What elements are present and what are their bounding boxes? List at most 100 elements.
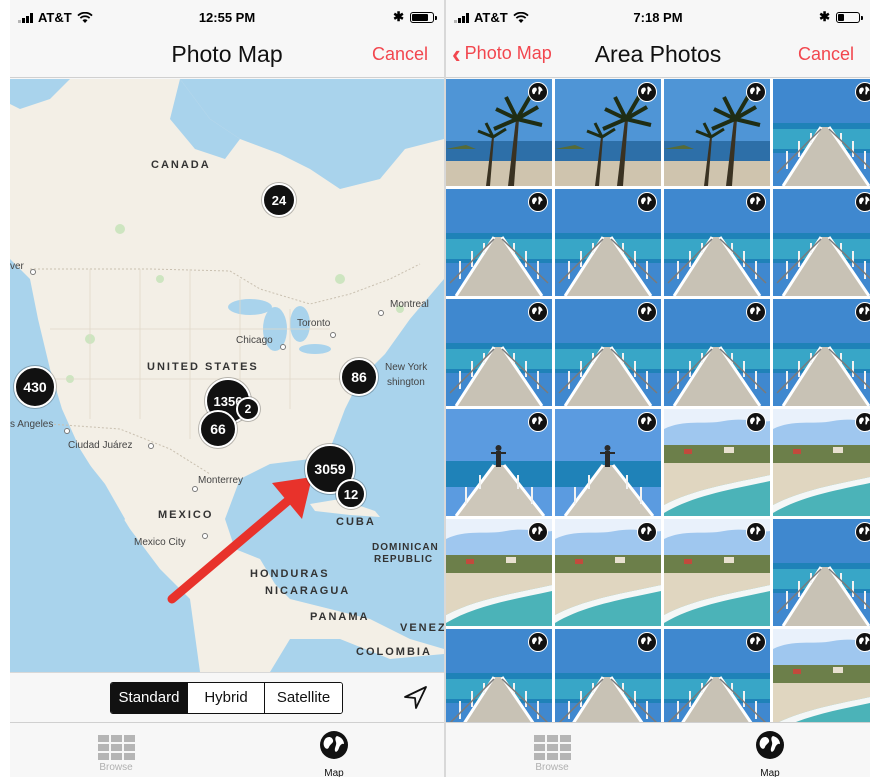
segment-standard[interactable]: Standard bbox=[111, 683, 188, 713]
bluetooth-icon: ✱ bbox=[819, 9, 830, 24]
photo-thumbnail-beach[interactable] bbox=[664, 519, 770, 626]
globe-icon bbox=[855, 412, 870, 432]
photo-thumbnail-pier[interactable] bbox=[664, 189, 770, 296]
globe-icon bbox=[855, 632, 870, 652]
area-photos-screen: AT&T 7:18 PM ✱ ‹ Photo Map Area Photos C… bbox=[446, 0, 870, 777]
photo-map-screen: AT&T 12:55 PM ✱ Photo Map Cancel CANADA … bbox=[10, 0, 444, 777]
photo-cluster-24[interactable]: 24 bbox=[262, 183, 296, 217]
cancel-button[interactable]: Cancel bbox=[798, 44, 854, 65]
city-dot bbox=[330, 332, 336, 338]
city-dot bbox=[202, 533, 208, 539]
photo-thumbnail-pier-with-person[interactable] bbox=[555, 409, 661, 516]
photo-thumbnail-pier[interactable] bbox=[773, 79, 870, 186]
city-dot bbox=[64, 428, 70, 434]
map-label-dominican: DOMINICAN bbox=[372, 542, 439, 553]
city-dot bbox=[192, 486, 198, 492]
photo-thumbnail-pier[interactable] bbox=[446, 629, 552, 722]
globe-icon bbox=[855, 302, 870, 322]
photo-thumbnail-pier[interactable] bbox=[446, 299, 552, 406]
photo-thumbnail-pier[interactable] bbox=[664, 629, 770, 722]
map-label-cuba: CUBA bbox=[336, 516, 376, 528]
photo-thumbnail-pier[interactable] bbox=[773, 189, 870, 296]
tab-bar: Browse Map bbox=[446, 722, 870, 777]
back-button-label: Photo Map bbox=[464, 43, 552, 63]
photo-thumbnail-beach[interactable] bbox=[446, 519, 552, 626]
segment-satellite[interactable]: Satellite bbox=[265, 683, 342, 713]
globe-icon bbox=[855, 192, 870, 212]
tab-browse[interactable]: Browse bbox=[76, 729, 156, 773]
globe-icon bbox=[528, 412, 548, 432]
tab-map[interactable]: Map bbox=[730, 729, 810, 777]
photo-thumbnail-pier[interactable] bbox=[555, 629, 661, 722]
navigation-bar: Photo Map Cancel bbox=[10, 34, 444, 78]
tab-map[interactable]: Map bbox=[294, 729, 374, 777]
city-dot bbox=[280, 344, 286, 350]
photo-thumbnail-pier[interactable] bbox=[773, 299, 870, 406]
globe-icon bbox=[637, 192, 657, 212]
bluetooth-icon: ✱ bbox=[393, 9, 404, 24]
globe-icon bbox=[637, 302, 657, 322]
globe-icon bbox=[756, 731, 784, 759]
photo-cluster-86[interactable]: 86 bbox=[340, 358, 378, 396]
photo-thumbnail-pier[interactable] bbox=[555, 299, 661, 406]
photo-thumbnail-palm-beach[interactable] bbox=[555, 79, 661, 186]
photo-thumbnail-pier[interactable] bbox=[555, 189, 661, 296]
back-button[interactable]: ‹ Photo Map bbox=[452, 41, 552, 67]
tab-browse-label: Browse bbox=[99, 762, 133, 773]
photo-cluster-2[interactable]: 2 bbox=[236, 397, 260, 421]
grid-icon bbox=[533, 735, 571, 760]
photo-grid bbox=[446, 79, 870, 722]
map-city-denver: ver bbox=[10, 261, 24, 272]
globe-icon bbox=[746, 192, 766, 212]
map-label-venez: VENEZ bbox=[400, 622, 444, 634]
map-city-montreal: Montreal bbox=[390, 299, 429, 310]
battery-icon bbox=[836, 11, 863, 23]
globe-icon bbox=[528, 632, 548, 652]
tab-browse[interactable]: Browse bbox=[512, 729, 592, 773]
globe-icon bbox=[637, 522, 657, 542]
grid-icon bbox=[97, 735, 135, 760]
segment-hybrid[interactable]: Hybrid bbox=[188, 683, 265, 713]
page-title: Area Photos bbox=[594, 41, 722, 67]
map-city-toronto: Toronto bbox=[297, 318, 331, 329]
photo-thumbnail-pier[interactable] bbox=[664, 299, 770, 406]
status-bar: AT&T 7:18 PM ✱ bbox=[446, 0, 870, 34]
navigation-bar: ‹ Photo Map Area Photos Cancel bbox=[446, 34, 870, 78]
photo-thumbnail-beach[interactable] bbox=[773, 629, 870, 722]
map-background bbox=[10, 79, 444, 672]
location-arrow-icon[interactable] bbox=[400, 683, 430, 713]
map-type-segmented-control[interactable]: Standard Hybrid Satellite bbox=[110, 682, 343, 714]
map-toolbar: Standard Hybrid Satellite bbox=[10, 672, 444, 722]
map-label-honduras: HONDURAS bbox=[250, 568, 330, 580]
tab-bar: Browse Map bbox=[10, 722, 444, 777]
photo-thumbnail-pier[interactable] bbox=[446, 189, 552, 296]
photo-thumbnail-palm-beach[interactable] bbox=[446, 79, 552, 186]
photo-cluster-66[interactable]: 66 bbox=[199, 410, 237, 448]
tab-browse-label: Browse bbox=[535, 762, 569, 773]
status-time: 7:18 PM bbox=[633, 10, 683, 25]
photo-cluster-430[interactable]: 430 bbox=[14, 366, 56, 408]
photo-thumbnail-pier-with-person[interactable] bbox=[446, 409, 552, 516]
globe-icon bbox=[528, 522, 548, 542]
photo-thumbnail-beach[interactable] bbox=[664, 409, 770, 516]
tab-map-label: Map bbox=[760, 768, 780, 777]
map-city-chicago: Chicago bbox=[236, 335, 273, 346]
city-dot bbox=[148, 443, 154, 449]
globe-icon bbox=[746, 632, 766, 652]
cancel-button[interactable]: Cancel bbox=[372, 44, 428, 65]
photo-thumbnail-pier[interactable] bbox=[773, 519, 870, 626]
map-city-los-angeles: s Angeles bbox=[10, 419, 54, 430]
photo-thumbnail-beach[interactable] bbox=[555, 519, 661, 626]
map-label-nicaragua: NICARAGUA bbox=[265, 585, 351, 597]
globe-icon bbox=[746, 522, 766, 542]
map-city-new-york: New York bbox=[385, 362, 428, 373]
photo-thumbnail-beach[interactable] bbox=[773, 409, 870, 516]
status-time: 12:55 PM bbox=[198, 10, 256, 25]
tab-map-label: Map bbox=[324, 768, 344, 777]
photo-cluster-12[interactable]: 12 bbox=[336, 479, 366, 509]
globe-icon bbox=[528, 192, 548, 212]
photo-thumbnail-palm-beach[interactable] bbox=[664, 79, 770, 186]
globe-icon bbox=[637, 82, 657, 102]
map-label-canada: CANADA bbox=[151, 159, 211, 171]
map-view[interactable]: CANADA UNITED STATES MEXICO CUBA DOMINIC… bbox=[10, 79, 444, 672]
